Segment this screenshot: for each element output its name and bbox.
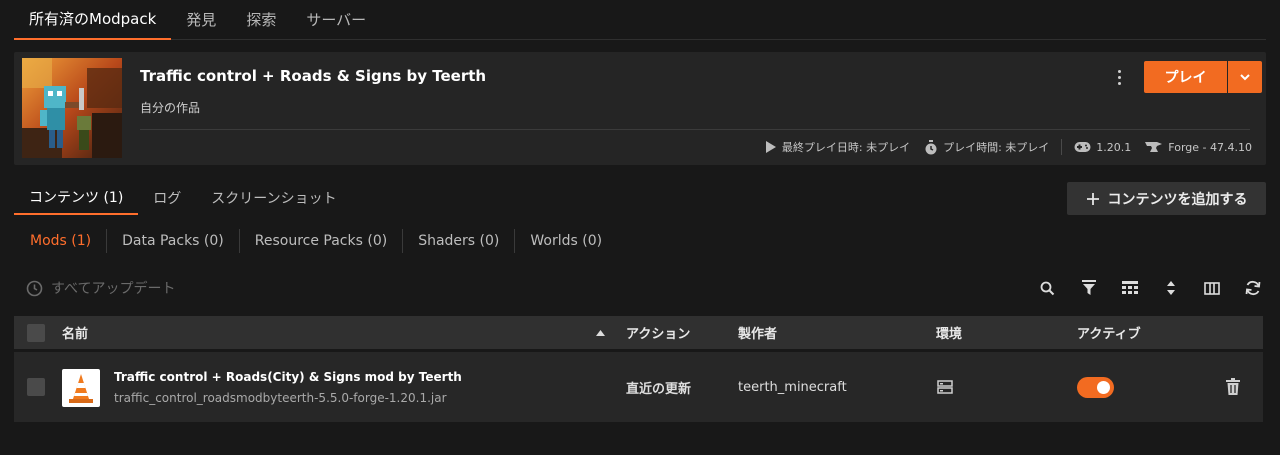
add-content-label: コンテンツを追加する <box>1107 191 1248 208</box>
game-version: 1.20.1 <box>1074 141 1131 154</box>
divider <box>1061 139 1063 155</box>
refresh-button[interactable] <box>1241 277 1264 299</box>
more-options-button[interactable] <box>1110 66 1128 88</box>
modpack-thumbnail <box>22 58 122 158</box>
filter-mods[interactable]: Mods (1) <box>15 229 106 253</box>
last-played: 最終プレイ日時: 未プレイ <box>765 139 910 155</box>
stopwatch-icon <box>925 139 937 154</box>
last-played-text: 最終プレイ日時: 未プレイ <box>781 141 911 154</box>
more-vertical-icon <box>1117 69 1121 73</box>
columns-icon <box>1203 281 1220 295</box>
mod-action: 直近の更新 <box>626 381 692 397</box>
column-active-header[interactable]: アクティブ <box>1077 316 1141 349</box>
table-header: 名前 アクション 製作者 環境 アクティブ <box>14 316 1263 349</box>
update-all-button[interactable]: すべてアップデート <box>26 278 175 298</box>
play-time: プレイ時間: 未プレイ <box>924 139 1049 155</box>
tab-servers[interactable]: サーバー <box>291 0 381 40</box>
update-all-label: すべてアップデート <box>51 281 176 297</box>
play-button[interactable]: プレイ <box>1144 61 1227 93</box>
table-toolbar <box>1036 277 1264 299</box>
column-name-header[interactable]: 名前 <box>62 316 88 349</box>
mod-name: Traffic control + Roads(City) & Signs mo… <box>114 370 462 384</box>
environment-cell <box>937 352 953 422</box>
content-filter-bar: Mods (1) Data Packs (0) Resource Packs (… <box>15 229 617 253</box>
search-button[interactable] <box>1036 277 1059 299</box>
filter-button[interactable] <box>1077 277 1100 299</box>
delete-button[interactable] <box>1226 378 1244 396</box>
content-tab-bar: コンテンツ (1) ログ スクリーンショット <box>14 180 352 215</box>
tab-contents[interactable]: コンテンツ (1) <box>14 180 139 215</box>
anvil-icon <box>1145 142 1163 152</box>
sort-icon <box>1166 281 1175 295</box>
tab-discover[interactable]: 発見 <box>171 0 231 40</box>
filter-data-packs[interactable]: Data Packs (0) <box>106 229 239 253</box>
traffic-cone-icon <box>62 369 100 407</box>
clock-icon <box>26 280 43 296</box>
row-checkbox[interactable] <box>27 378 45 396</box>
filter-icon <box>1081 280 1096 295</box>
table-row: Traffic control + Roads(City) & Signs mo… <box>14 352 1263 422</box>
game-version-text: 1.20.1 <box>1096 140 1132 154</box>
top-tab-bar: 所有済のModpack 発見 探索 サーバー <box>14 0 1266 40</box>
mod-loader-text: Forge - 47.4.10 <box>1168 140 1252 154</box>
gamepad-icon <box>1074 142 1091 152</box>
filter-worlds[interactable]: Worlds (0) <box>514 229 617 253</box>
modpack-header-card: Traffic control + Roads & Signs by Teert… <box>14 52 1266 165</box>
play-dropdown-button[interactable] <box>1228 61 1262 93</box>
select-all-checkbox[interactable] <box>27 324 45 342</box>
divider <box>140 129 1250 130</box>
refresh-icon <box>1245 280 1260 296</box>
trash-icon <box>1226 378 1240 395</box>
add-content-button[interactable]: コンテンツを追加する <box>1067 182 1266 215</box>
filter-shaders[interactable]: Shaders (0) <box>402 229 514 253</box>
mod-filename: traffic_control_roadsmodbyteerth-5.5.0-f… <box>114 391 447 405</box>
active-toggle[interactable] <box>1077 377 1114 398</box>
modpack-subtitle: 自分の作品 <box>140 101 201 115</box>
server-icon <box>937 380 953 394</box>
tab-logs[interactable]: ログ <box>138 180 196 215</box>
tab-screenshots[interactable]: スクリーンショット <box>196 180 351 215</box>
search-icon <box>1040 281 1055 295</box>
chevron-down-icon <box>1240 74 1250 81</box>
plus-icon <box>1086 192 1099 205</box>
tab-owned-modpacks[interactable]: 所有済のModpack <box>14 0 172 40</box>
columns-button[interactable] <box>1200 277 1223 299</box>
modpack-meta: 最終プレイ日時: 未プレイ プレイ時間: 未プレイ 1.20.1 Forge -… <box>765 139 1252 155</box>
mod-author: teerth_minecraft <box>738 379 847 395</box>
column-action-header[interactable]: アクション <box>626 316 690 349</box>
column-author-header[interactable]: 製作者 <box>738 316 777 349</box>
play-triangle-icon <box>765 141 776 153</box>
play-time-text: プレイ時間: 未プレイ <box>943 141 1050 154</box>
table-icon <box>1121 280 1138 294</box>
sort-button[interactable] <box>1159 277 1182 299</box>
modpack-title: Traffic control + Roads & Signs by Teert… <box>140 67 487 85</box>
filter-resource-packs[interactable]: Resource Packs (0) <box>238 229 402 253</box>
density-button[interactable] <box>1118 277 1141 299</box>
tab-explore[interactable]: 探索 <box>231 0 291 40</box>
column-environment-header[interactable]: 環境 <box>936 316 962 349</box>
sort-asc-icon[interactable] <box>596 316 605 349</box>
mod-loader: Forge - 47.4.10 <box>1145 141 1252 154</box>
